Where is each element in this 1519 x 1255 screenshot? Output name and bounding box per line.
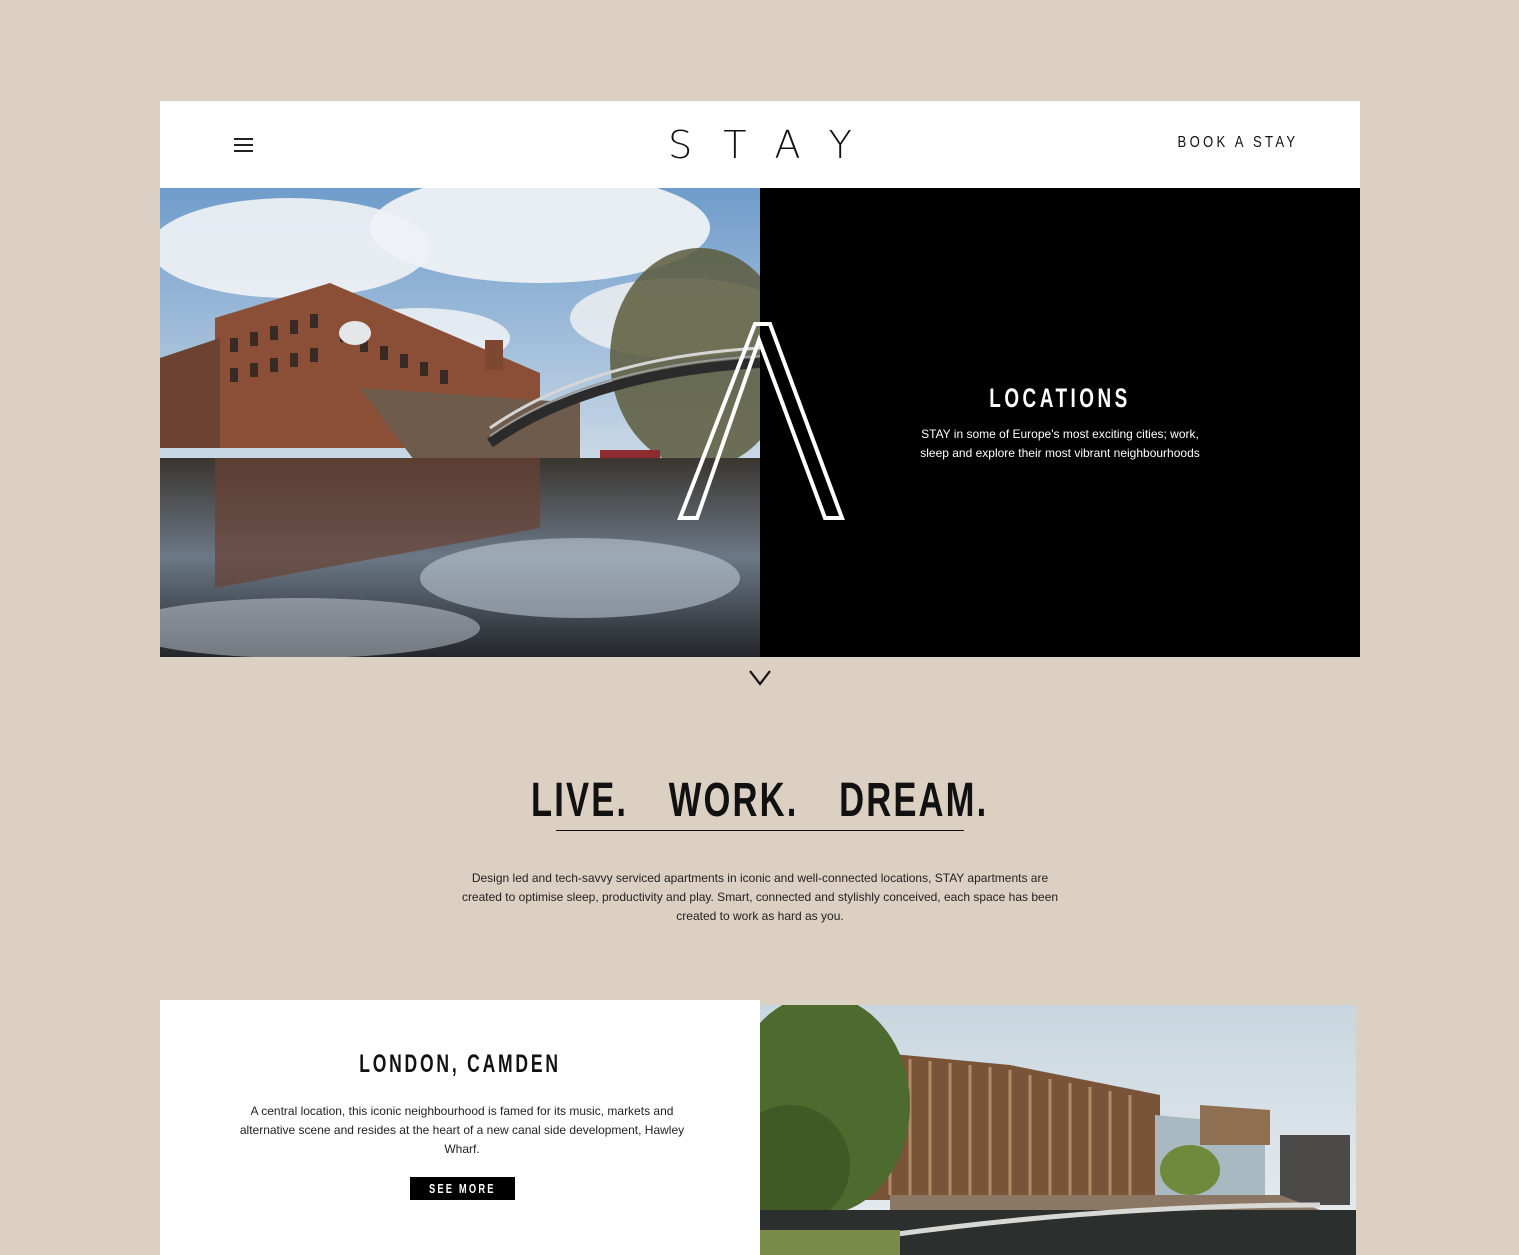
hero-photo-camden-lock: [160, 188, 760, 657]
see-more-label: SEE MORE: [429, 1181, 496, 1196]
see-more-button[interactable]: SEE MORE: [410, 1177, 515, 1200]
hero-locations-panel: [760, 188, 1360, 657]
chevron-down-icon[interactable]: [748, 667, 772, 687]
location-card-camden: LONDON, CAMDEN A central location, this …: [160, 1000, 760, 1255]
hero-section: LOCATIONS STAY in some of Europe's most …: [160, 188, 1360, 657]
location-photo-hawley-wharf: [760, 1005, 1356, 1255]
intro-heading-text: LIVE. WORK. DREAM.: [531, 774, 989, 827]
hero-title: LOCATIONS: [989, 383, 1131, 413]
intro-heading: LIVE. WORK. DREAM.: [160, 773, 1360, 828]
intro-description: Design led and tech-savvy serviced apart…: [461, 871, 1059, 923]
location-title: LONDON, CAMDEN: [359, 1050, 561, 1078]
hero-description: STAY in some of Europe's most exciting c…: [920, 427, 1200, 460]
location-description: A central location, this iconic neighbou…: [239, 1104, 685, 1156]
intro-heading-underline: [556, 830, 964, 831]
book-a-stay-link[interactable]: BOOK A STAY: [1177, 134, 1298, 152]
a-logo-mark: [677, 322, 845, 520]
site-header: STAY BOOK A STAY: [160, 101, 1360, 188]
page-frame: STAY BOOK A STAY LOCATIONS STAY in some …: [160, 101, 1360, 1255]
